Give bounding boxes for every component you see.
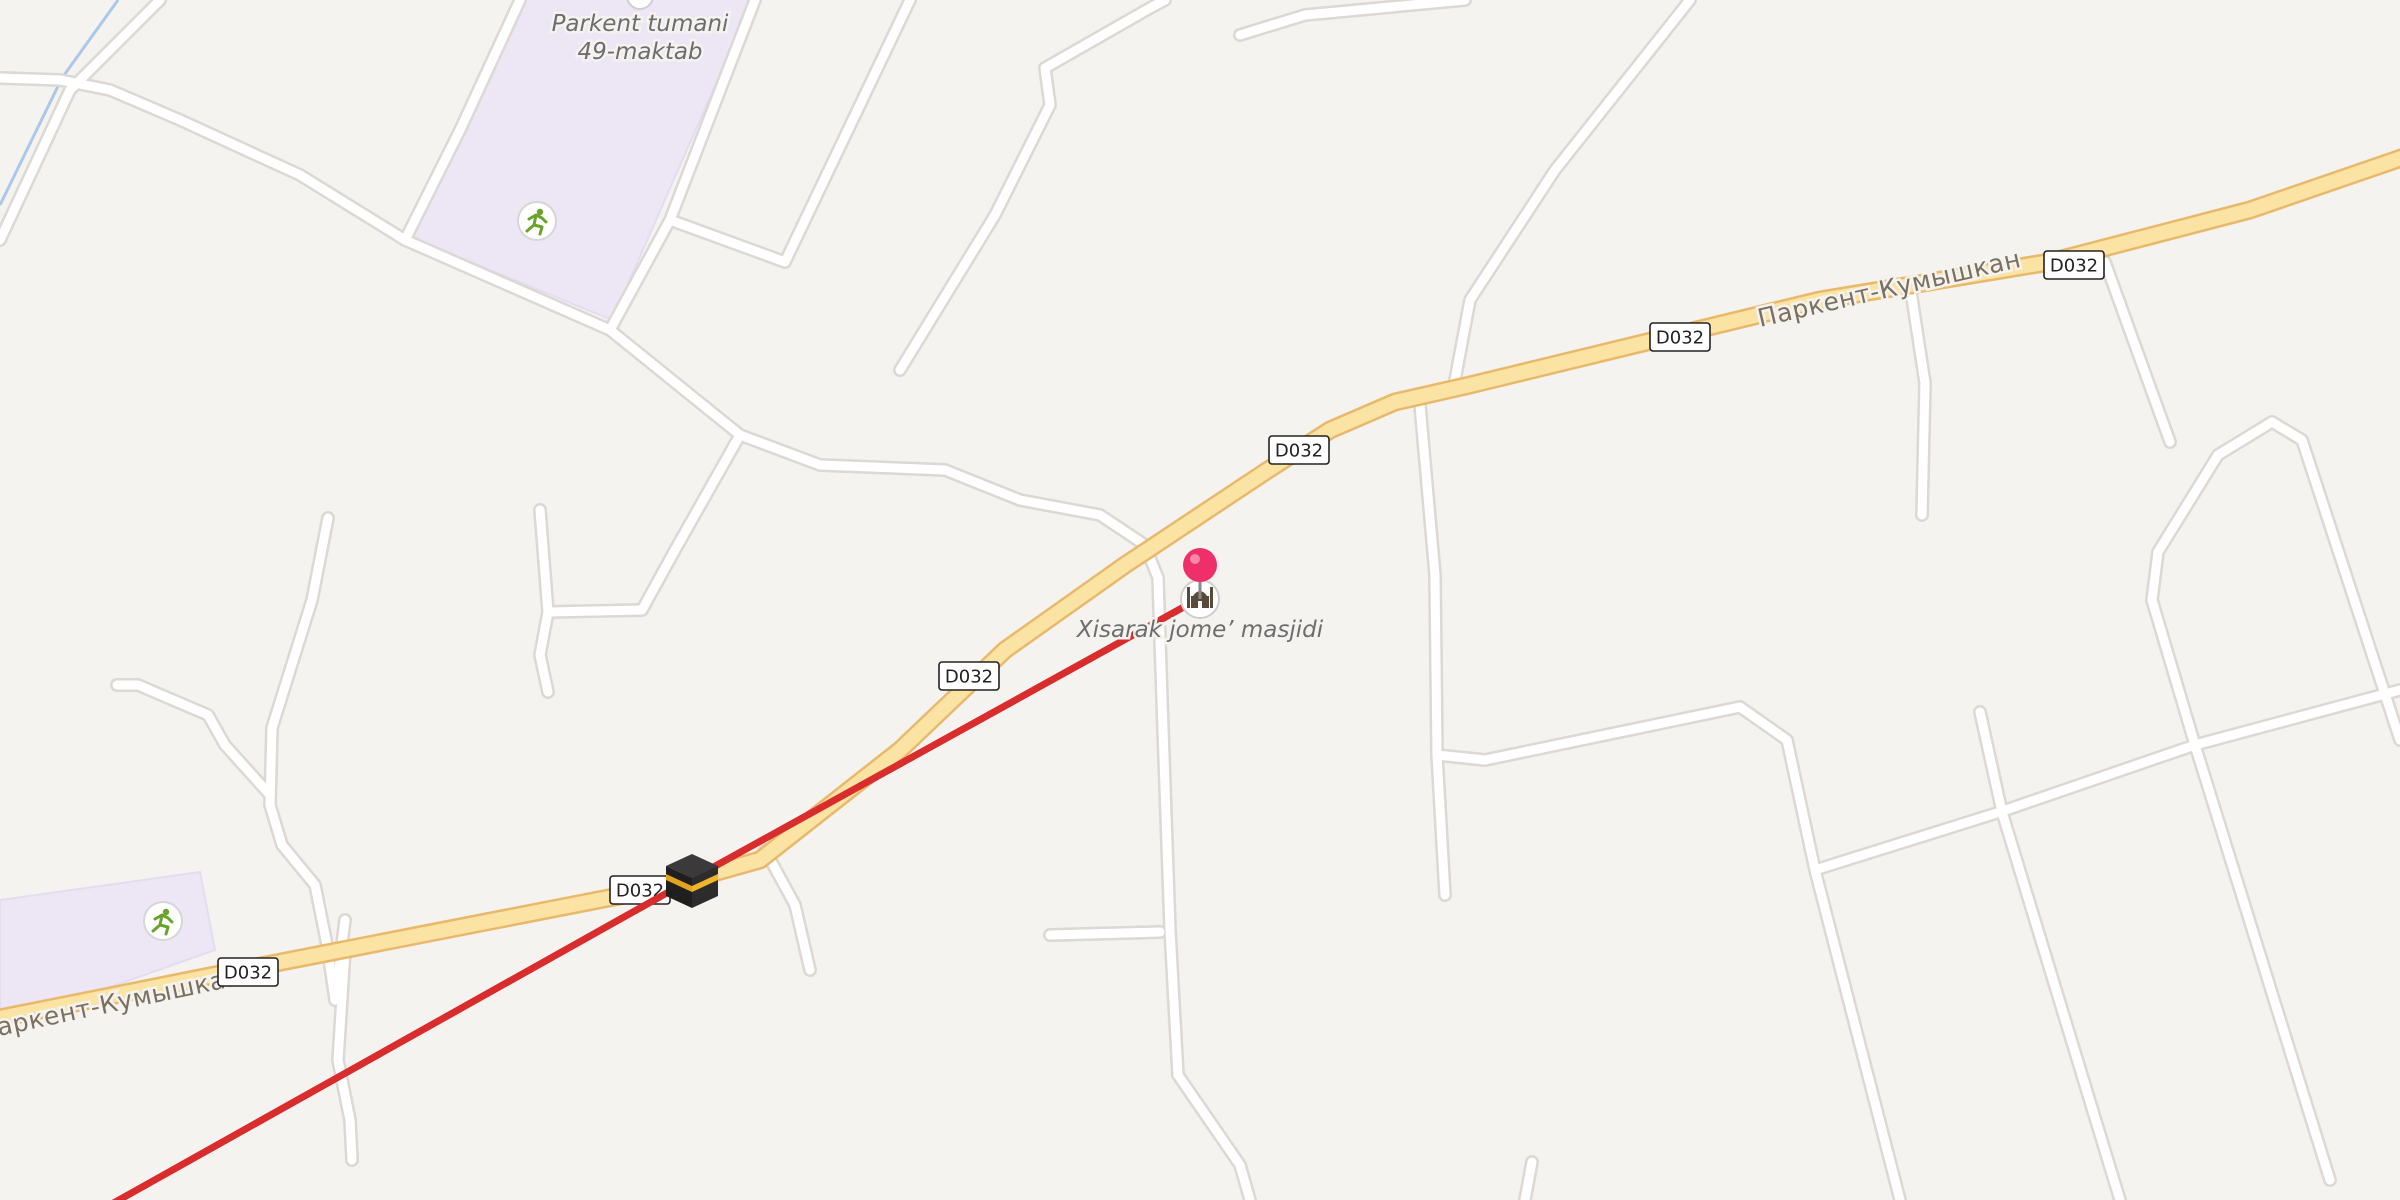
svg-text:D032: D032 [2050, 256, 2098, 277]
map-canvas[interactable]: Паркент-Кумышкан Паркент-Кумышкан D032 D… [0, 0, 2400, 1200]
svg-text:D032: D032 [1275, 441, 1323, 462]
map-view[interactable]: Паркент-Кумышкан Паркент-Кумышкан D032 D… [0, 0, 2400, 1200]
route-shield: D032 [938, 661, 1000, 691]
svg-text:D032: D032 [224, 963, 272, 984]
running-person-icon[interactable] [143, 901, 183, 941]
svg-text:D032: D032 [945, 667, 993, 688]
school-name-label: Parkent tumani [552, 11, 729, 37]
svg-text:D032: D032 [1656, 328, 1704, 349]
school-name-label-line2: 49-maktab [577, 39, 702, 65]
kaaba-icon[interactable] [666, 854, 718, 908]
mosque-name-label: Xisarak jome’ masjidi [1076, 617, 1324, 643]
qibla-direction-line [111, 594, 1204, 1200]
route-shield: D032 [217, 957, 279, 987]
running-person-icon[interactable] [517, 201, 557, 241]
road-name-label-east: Паркент-Кумышкан [1755, 244, 2024, 333]
route-shield: D032 [2043, 250, 2105, 280]
route-shield: D032 [1268, 435, 1330, 465]
route-shield: D032 [1649, 322, 1711, 352]
